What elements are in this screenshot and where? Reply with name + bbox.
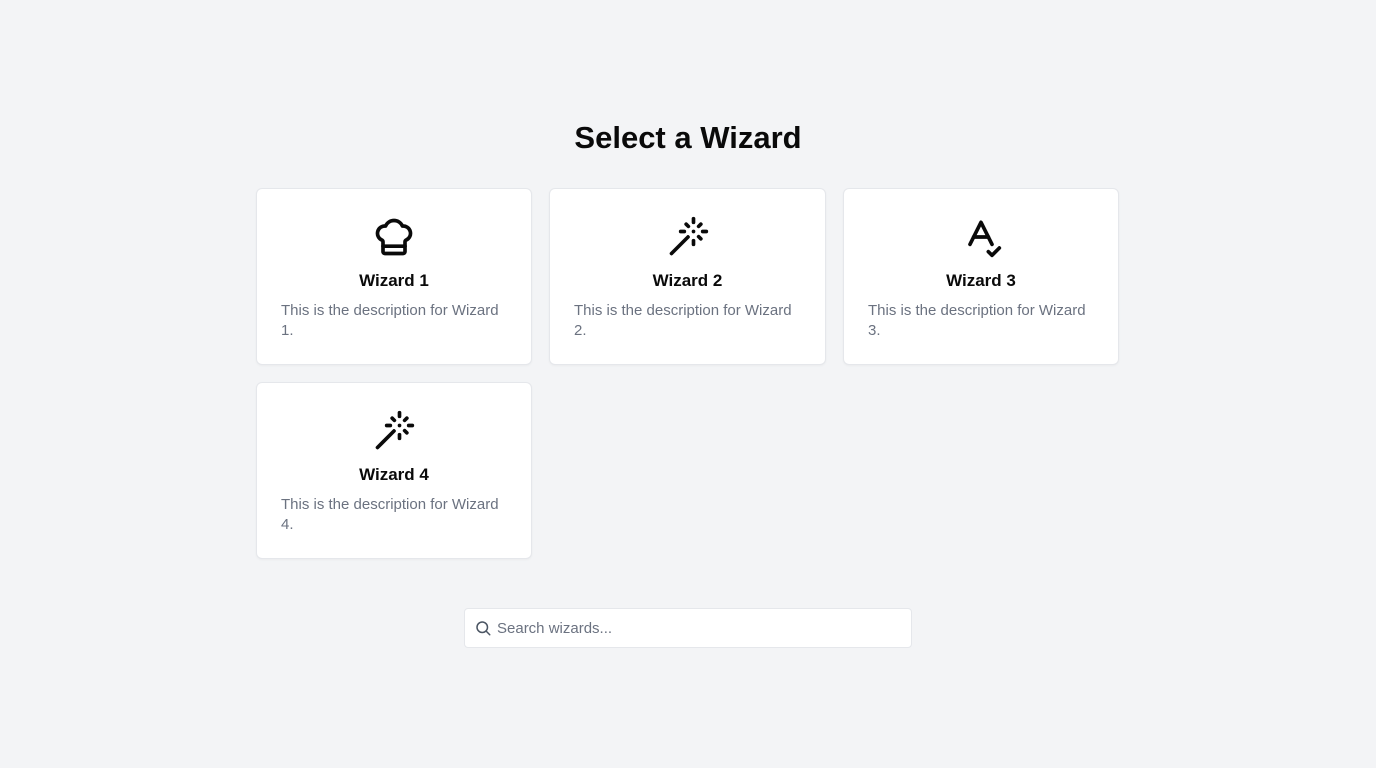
spell-check-icon xyxy=(959,215,1003,259)
wizard-grid: Wizard 1 This is the description for Wiz… xyxy=(256,188,1120,559)
magic-wand-icon xyxy=(372,409,416,453)
wizard-card-title: Wizard 4 xyxy=(359,465,429,484)
magic-wand-icon xyxy=(666,215,710,259)
wizard-card-4[interactable]: Wizard 4 This is the description for Wiz… xyxy=(256,382,532,559)
wizard-card-description: This is the description for Wizard 2. xyxy=(574,302,792,339)
wizard-card-3[interactable]: Wizard 3 This is the description for Wiz… xyxy=(843,188,1119,365)
chef-hat-icon xyxy=(372,215,416,259)
wizard-card-title: Wizard 1 xyxy=(359,271,429,290)
page-title: Select a Wizard xyxy=(574,120,802,155)
wizard-card-title: Wizard 3 xyxy=(946,271,1016,290)
wizard-card-description: This is the description for Wizard 4. xyxy=(281,496,499,533)
wizard-card-description: This is the description for Wizard 1. xyxy=(281,302,499,339)
wizard-card-1[interactable]: Wizard 1 This is the description for Wiz… xyxy=(256,188,532,365)
wizard-card-2[interactable]: Wizard 2 This is the description for Wiz… xyxy=(549,188,826,365)
wizard-card-description: This is the description for Wizard 3. xyxy=(868,302,1086,339)
search-input[interactable] xyxy=(497,609,897,647)
search-box xyxy=(464,608,912,648)
wizard-card-title: Wizard 2 xyxy=(652,271,723,290)
search-icon xyxy=(474,619,492,637)
